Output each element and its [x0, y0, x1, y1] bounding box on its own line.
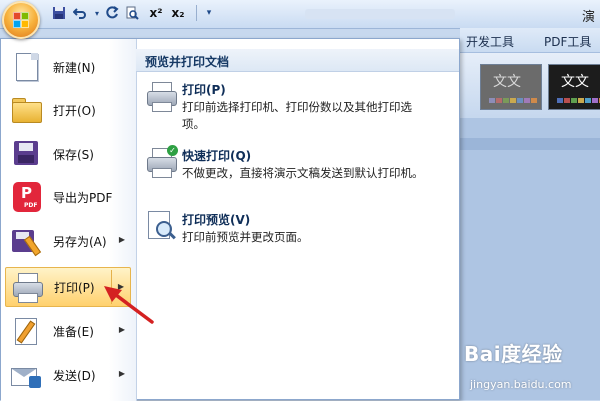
office-button[interactable] [2, 1, 40, 39]
prepare-icon [9, 314, 43, 348]
printer-icon [144, 79, 178, 113]
menu-item-open[interactable]: 打开(O) [5, 90, 131, 130]
submenu-item-print-preview[interactable]: 打印预览(V) 打印前预览并更改页面。 [144, 209, 454, 265]
office-logo-icon [13, 12, 29, 28]
office-menu-commands: 新建(N) 打开(O) 保存(S) P PDF 导出为PDF 另存为(A) ▶ 打… [1, 39, 137, 401]
theme-thumbnail[interactable]: 文文 [548, 64, 600, 110]
save-icon [9, 137, 43, 171]
quick-print-icon: ✓ [144, 145, 178, 179]
undo-icon[interactable] [72, 5, 88, 21]
submenu-item-quick-print[interactable]: ✓ 快速打印(Q) 不做更改，直接将演示文稿发送到默认打印机。 [144, 145, 454, 201]
submenu-arrow-icon: ▶ [118, 235, 125, 244]
submenu-item-description: 打印前预览并更改页面。 [182, 230, 309, 244]
submenu-item-title: 打印预览(V) [182, 213, 251, 227]
quick-access-separator [196, 5, 197, 21]
undo-dropdown-icon[interactable]: ▾ [89, 5, 105, 21]
theme-thumbnail-text: 文文 [561, 74, 589, 90]
watermark-brand: Bai度经验 [464, 342, 563, 366]
baidu-jingyan-watermark: Bai度经验 jingyan.baidu.com [462, 338, 600, 400]
submenu-item-description: 不做更改，直接将演示文稿发送到默认打印机。 [182, 166, 424, 180]
open-folder-icon [9, 93, 43, 127]
send-icon [9, 358, 43, 392]
print-preview-icon [144, 209, 178, 243]
office-menu: 新建(N) 打开(O) 保存(S) P PDF 导出为PDF 另存为(A) ▶ 打… [0, 38, 460, 401]
save-icon[interactable] [51, 5, 67, 21]
tab-developer[interactable]: 开发工具 [466, 33, 514, 50]
menu-item-label: 新建(N) [53, 60, 96, 75]
new-document-icon [9, 50, 43, 84]
subscript-icon[interactable]: x₂ [170, 5, 186, 21]
print-submenu: 预览并打印文档 打印(P) 打印前选择打印机、打印份数以及其他打印选项。 ✓ 快… [136, 39, 459, 399]
submenu-header: 预览并打印文档 [136, 49, 459, 72]
redo-icon[interactable] [104, 5, 120, 21]
submenu-item-title: 快速打印(Q) [182, 149, 252, 163]
theme-swatches [489, 98, 537, 103]
menu-item-send[interactable]: 发送(D) ▶ [5, 355, 131, 395]
pdf-icon: P PDF [9, 180, 43, 214]
theme-thumbnail[interactable]: 文文 [480, 64, 542, 110]
menu-item-label: 打开(O) [53, 103, 96, 118]
window-title: 演 [582, 10, 596, 25]
blurred-title-placeholder [305, 9, 455, 19]
print-preview-icon[interactable] [124, 5, 140, 21]
save-as-icon [9, 224, 43, 258]
annotation-arrow-icon [100, 278, 160, 328]
menu-item-label: 另存为(A) [53, 234, 107, 249]
submenu-item-print[interactable]: 打印(P) 打印前选择打印机、打印份数以及其他打印选项。 [144, 79, 454, 135]
menu-item-label: 保存(S) [53, 147, 94, 162]
submenu-arrow-icon: ▶ [118, 369, 125, 378]
printer-icon [10, 270, 44, 304]
menu-item-new[interactable]: 新建(N) [5, 47, 131, 87]
submenu-item-description: 打印前选择打印机、打印份数以及其他打印选项。 [182, 100, 412, 131]
theme-swatches [557, 98, 600, 103]
menu-item-label: 导出为PDF [53, 190, 113, 205]
menu-item-export-pdf[interactable]: P PDF 导出为PDF [5, 177, 131, 217]
theme-thumbnail-text: 文文 [493, 74, 521, 90]
submenu-item-title: 打印(P) [182, 83, 226, 97]
menu-item-save-as[interactable]: 另存为(A) ▶ [5, 221, 131, 261]
menu-item-label: 打印(P) [54, 280, 95, 295]
customize-quick-access-icon[interactable]: ▾ [201, 5, 217, 21]
watermark-url: jingyan.baidu.com [470, 378, 572, 391]
submenu-header-title: 预览并打印文档 [145, 55, 230, 69]
superscript-icon[interactable]: x² [148, 5, 164, 21]
menu-item-label: 准备(E) [53, 324, 94, 339]
menu-item-label: 发送(D) [53, 368, 96, 383]
menu-item-save[interactable]: 保存(S) [5, 134, 131, 174]
